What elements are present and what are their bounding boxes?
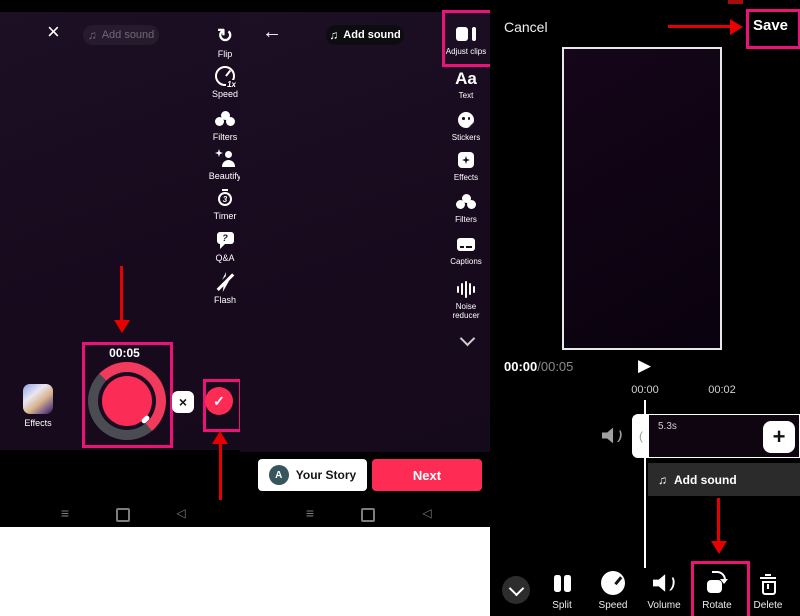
time-display: 00:00/00:05 <box>504 359 573 374</box>
flash-off-icon <box>215 272 235 292</box>
avatar: A <box>269 465 289 485</box>
qa-icon: ? <box>217 232 234 249</box>
annotation-arrow-down2-head <box>711 541 727 554</box>
music-note-icon: ♫ <box>329 29 338 41</box>
discard-x-icon: × <box>179 394 187 410</box>
nav-back-icon[interactable]: ◁ <box>176 505 185 521</box>
save-button[interactable]: Save <box>746 17 795 34</box>
tool-captions[interactable]: Captions <box>441 234 491 267</box>
android-navbar: ≡ ◁ <box>240 503 490 527</box>
tool-effects[interactable]: Effects <box>441 150 491 183</box>
add-sound-button[interactable]: ♫ Add sound <box>326 25 404 45</box>
stickers-icon <box>458 112 474 128</box>
speed-icon <box>601 571 625 595</box>
nav-home-icon[interactable] <box>361 508 375 522</box>
speed-icon: 1x <box>215 66 235 86</box>
text-icon: Aa <box>441 68 491 88</box>
clip-duration: 5.3s <box>658 421 677 432</box>
time-current: 00:00 <box>504 359 537 374</box>
tool-filters[interactable]: Filters <box>441 192 491 225</box>
annotation-arrow-up <box>219 444 222 500</box>
add-clip-button[interactable]: + <box>763 421 795 453</box>
toolbar-speed[interactable]: Speed <box>589 570 637 611</box>
filters-icon <box>215 111 235 127</box>
timer-icon: 3 <box>215 189 235 207</box>
video-preview <box>562 47 722 350</box>
nav-home-icon[interactable] <box>116 508 130 522</box>
adjust-clips-icon <box>455 26 477 42</box>
close-icon[interactable]: × <box>47 22 60 42</box>
time-total: /00:05 <box>537 359 573 374</box>
filters-icon <box>456 194 476 210</box>
split-icon <box>554 575 571 592</box>
camera-screen: × ♫ Add sound ↻ Flip 1x Speed Filters Be… <box>0 0 240 616</box>
tool-adjust-clips[interactable]: Adjust clips <box>441 24 491 57</box>
toolbar-split[interactable]: Split <box>538 570 586 611</box>
effects-thumbnail[interactable] <box>23 384 53 414</box>
play-button[interactable]: ▶ <box>638 357 651 374</box>
your-story-label: Your Story <box>296 468 356 482</box>
toolbar-volume[interactable]: ) Volume <box>640 570 688 611</box>
tool-text[interactable]: Aa Text <box>441 68 491 101</box>
add-sound-label: Add sound <box>102 29 155 41</box>
nav-back-icon[interactable]: ◁ <box>422 505 431 521</box>
nav-menu-icon[interactable]: ≡ <box>306 505 314 521</box>
your-story-button[interactable]: A Your Story <box>258 459 367 491</box>
cancel-button[interactable]: Cancel <box>504 19 548 35</box>
tool-noise-reducer[interactable]: Noise reducer <box>444 279 488 320</box>
annotation-arrow-down-head <box>114 320 130 333</box>
toolbar-delete[interactable]: Delete <box>744 570 792 611</box>
nav-menu-icon[interactable]: ≡ <box>61 505 69 521</box>
add-sound-label: Add sound <box>674 473 737 487</box>
page-background <box>0 527 490 616</box>
confirm-button[interactable]: ✓ <box>205 387 233 415</box>
add-sound-button[interactable]: ♫ Add sound <box>83 25 159 45</box>
add-sound-label: Add sound <box>343 29 400 41</box>
rotate-icon <box>704 571 730 595</box>
clip-volume-icon: ) <box>602 427 622 444</box>
beautify-icon <box>215 149 235 167</box>
collapse-panel-button[interactable] <box>502 576 530 604</box>
fullscreen-icon[interactable] <box>770 361 774 382</box>
annotation-arrow-down2 <box>717 498 720 541</box>
check-icon: ✓ <box>213 393 225 410</box>
cropped-annotation-fragment <box>728 0 743 4</box>
delete-icon <box>760 574 776 593</box>
annotation-arrow-up-head <box>212 431 228 444</box>
effects-label: Effects <box>13 418 63 428</box>
next-button[interactable]: Next <box>372 459 482 491</box>
discard-button[interactable]: × <box>172 391 194 413</box>
annotation-arrow-down <box>120 266 123 320</box>
add-sound-track[interactable]: ♫ Add sound <box>648 463 800 496</box>
music-note-icon: ♫ <box>88 29 97 41</box>
music-note-icon: ♫ <box>658 474 667 486</box>
ruler-tick: 00:00 <box>620 384 670 396</box>
ruler-tick: 00:02 <box>697 384 747 396</box>
volume-icon: ) <box>653 574 675 593</box>
more-tools-chevron-icon[interactable] <box>462 331 473 349</box>
annotation-arrow-right-head <box>730 19 743 35</box>
edit-screen: ← ♫ Add sound Adjust clips Aa Text Stick… <box>240 0 490 616</box>
record-timer: 00:05 <box>82 346 167 360</box>
android-navbar: ≡ ◁ <box>0 503 240 527</box>
effects-icon <box>458 152 474 168</box>
adjust-clips-screen: Cancel Save 00:00/00:05 ▶ 00:00 00:02 ) … <box>490 0 800 616</box>
annotation-arrow-right <box>668 25 730 28</box>
noise-reducer-icon <box>457 280 476 298</box>
composite-screenshot: × ♫ Add sound ↻ Flip 1x Speed Filters Be… <box>0 0 800 616</box>
captions-icon <box>457 238 475 251</box>
tool-stickers[interactable]: Stickers <box>441 110 491 143</box>
toolbar-rotate[interactable]: Rotate <box>693 570 741 611</box>
back-arrow-icon[interactable]: ← <box>262 22 282 42</box>
